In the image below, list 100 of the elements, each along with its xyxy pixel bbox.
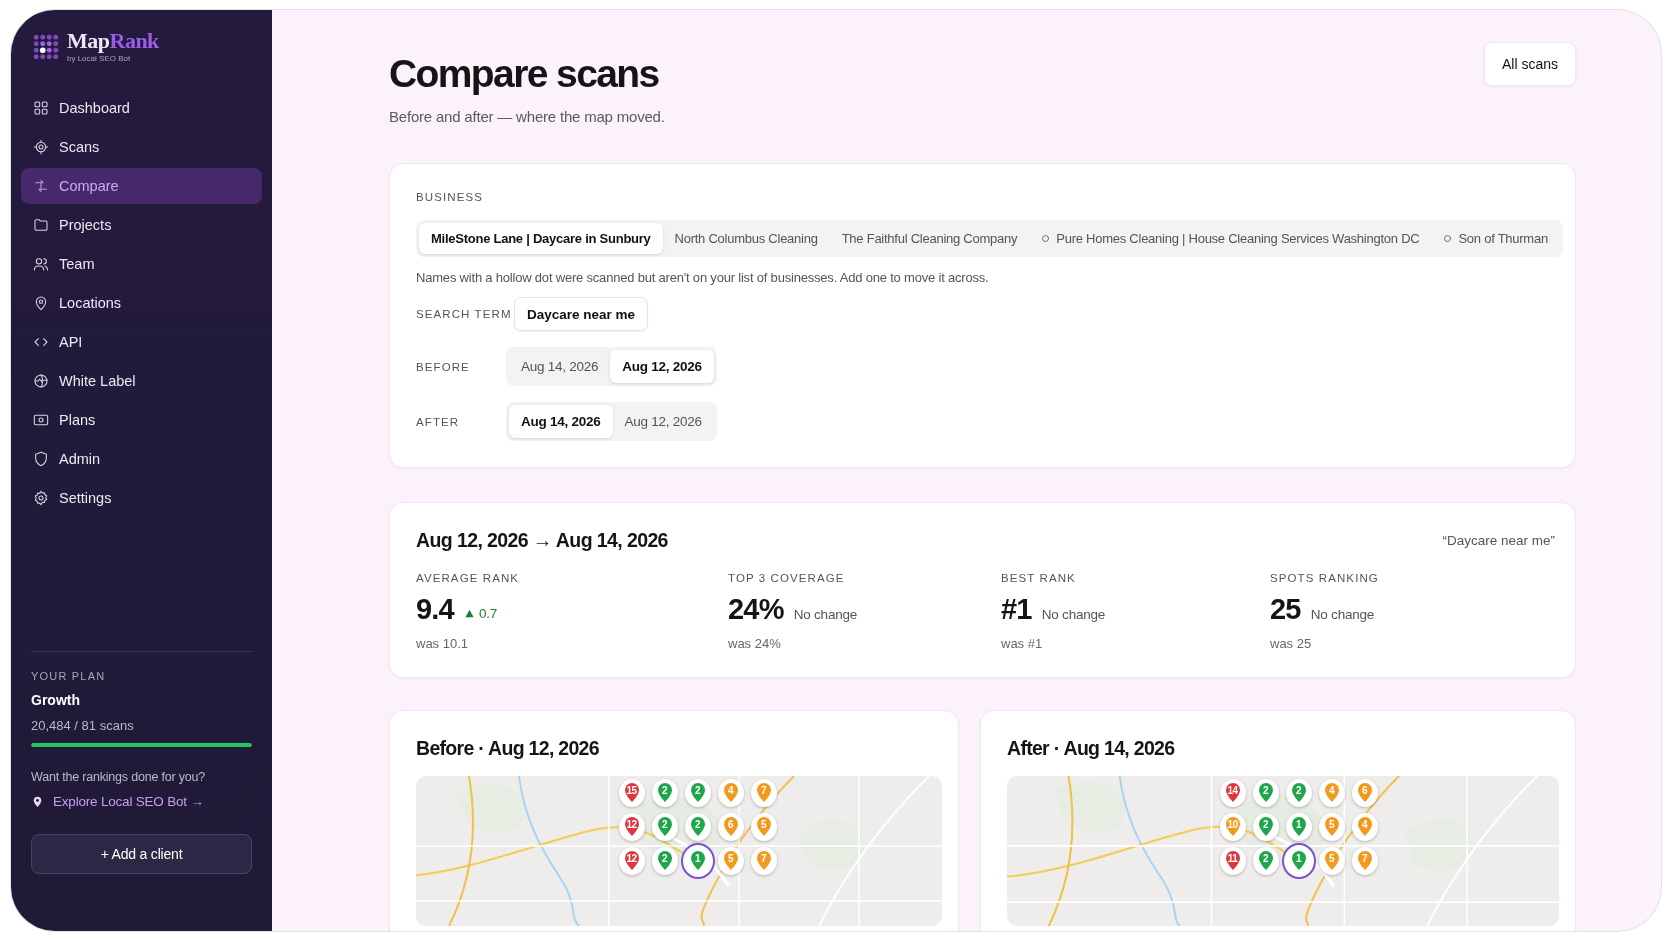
metric-value: #1 (1001, 593, 1032, 626)
sidebar-item[interactable]: Locations (21, 285, 262, 321)
add-client-button[interactable]: + Add a client (31, 834, 252, 874)
promo-link[interactable]: Explore Local SEO Bot → (53, 794, 204, 809)
map-marker-icon (1290, 850, 1307, 871)
map-marker-icon (1257, 782, 1274, 803)
map-marker-icon (689, 850, 706, 871)
map-marker-icon (722, 782, 739, 803)
map-marker-icon (656, 782, 673, 803)
map-marker-icon (1323, 850, 1340, 871)
swap-arrows-icon (33, 178, 49, 194)
promo-text: Want the rankings done for you? (31, 770, 206, 784)
sidebar-item[interactable]: Admin (21, 441, 262, 477)
map-marker-icon (755, 816, 772, 837)
grid-icon (33, 100, 49, 116)
shield-icon (33, 451, 49, 467)
business-tab[interactable]: Pure Homes Cleaning | House Cleaning Services Washington DC (1029, 223, 1432, 254)
brand-name: MapRank (67, 30, 159, 52)
metric-change: No change (793, 607, 858, 622)
sidebar-item[interactable]: White Label (21, 363, 262, 399)
map-title: After · Aug 14, 2026 (1007, 737, 1176, 760)
map-marker-icon (1356, 816, 1373, 837)
helper-text: Names with a hollow dot were scanned but aren't on your list of businesses. Add one to move it across. (416, 270, 990, 285)
map-marker-icon (1257, 850, 1274, 871)
date-option[interactable]: Aug 14, 2026 (509, 350, 611, 383)
map-marker-icon (1224, 782, 1241, 803)
map-marker-icon (1356, 782, 1373, 803)
up-triangle-icon (463, 608, 475, 619)
date-option[interactable]: Aug 12, 2026 (610, 350, 714, 383)
business-tab[interactable]: Son of Thurman (1431, 223, 1560, 254)
business-tab[interactable]: MileStone Lane | Daycare in Sunbury (419, 223, 663, 254)
metric-value: 24% (728, 593, 784, 626)
search-term-chip[interactable]: Daycare near me (514, 297, 649, 331)
map-marker-icon (1323, 782, 1340, 803)
date-option[interactable]: Aug 14, 2026 (509, 405, 613, 438)
settings-icon (33, 490, 49, 506)
sidebar-item[interactable]: Team (21, 246, 262, 282)
map-marker-icon (1224, 816, 1241, 837)
plan-name: Growth (31, 692, 81, 708)
map-marker-icon (623, 850, 640, 871)
metric-value: 25 (1270, 593, 1301, 626)
metric-label: AVERAGE RANK (416, 572, 521, 584)
plan-heading: YOUR PLAN (31, 670, 107, 682)
map-marker-icon (1257, 816, 1274, 837)
people-icon (33, 256, 49, 272)
hollow-dot-icon (1041, 234, 1051, 243)
date-range: Aug 12, 2026 → Aug 14, 2026 (416, 529, 668, 552)
sidebar-item[interactable]: Settings (21, 480, 262, 516)
map-marker-icon (1356, 850, 1373, 871)
field-label: BUSINESS (416, 191, 484, 203)
banknote-icon (33, 412, 49, 428)
metric-change: No change (1041, 607, 1106, 622)
date-option[interactable]: Aug 12, 2026 (612, 405, 714, 438)
map-marker-icon (1224, 850, 1241, 871)
rank-pin[interactable]: 1 (684, 847, 711, 875)
map-marker-icon (755, 782, 772, 803)
metric-previous: was 25 (1270, 636, 1313, 651)
globe-icon (33, 373, 49, 389)
metric-change: 0.7 (463, 606, 498, 621)
brand-tagline: by Local SEO Bot (67, 54, 132, 63)
metric-previous: was 10.1 (416, 636, 470, 651)
metric-label: TOP 3 COVERAGE (728, 572, 846, 584)
metric-previous: was #1 (1001, 636, 1044, 651)
map-marker-icon (1290, 816, 1307, 837)
plan-usage: 20,484 / 81 scans (31, 718, 135, 733)
page-subtitle: Before and after — where the map moved. (389, 108, 665, 125)
map-marker-icon (755, 850, 772, 871)
map-marker-icon (1290, 782, 1307, 803)
sidebar-item[interactable]: Projects (21, 207, 262, 243)
map-marker-icon (722, 850, 739, 871)
sidebar-item[interactable]: API (21, 324, 262, 360)
map-marker-icon (656, 816, 673, 837)
sidebar-item[interactable]: Compare (21, 168, 262, 204)
map-marker-icon (689, 816, 706, 837)
field-label: AFTER (416, 415, 461, 428)
map-marker-icon (656, 850, 673, 871)
business-tab[interactable]: The Faithful Cleaning Company (829, 223, 1030, 254)
target-icon (33, 139, 49, 155)
map-marker-icon (623, 782, 640, 803)
metric-value: 9.4 (416, 593, 454, 626)
map-marker-icon (722, 816, 739, 837)
folder-icon (33, 217, 49, 233)
map-marker-icon (1323, 816, 1340, 837)
business-tab[interactable]: North Columbus Cleaning (662, 223, 830, 254)
sidebar-item[interactable]: Scans (21, 129, 262, 165)
logo-icon (33, 33, 59, 60)
sidebar-item[interactable]: Plans (21, 402, 262, 438)
map-title: Before · Aug 12, 2026 (416, 737, 600, 760)
page-title: Compare scans (389, 52, 660, 96)
hollow-dot-icon (1443, 234, 1453, 243)
metric-previous: was 24% (728, 636, 782, 651)
sidebar-item[interactable]: Dashboard (21, 90, 262, 126)
all-scans-button[interactable]: All scans (1483, 42, 1576, 86)
map-marker-icon (623, 816, 640, 837)
location-pin-icon (33, 295, 49, 311)
field-label: BEFORE (416, 360, 471, 373)
field-label: SEARCH TERM (416, 308, 513, 320)
metric-label: BEST RANK (1001, 572, 1077, 584)
search-query: “Daycare near me” (1442, 533, 1555, 548)
rank-pin[interactable]: 1 (1285, 847, 1312, 875)
